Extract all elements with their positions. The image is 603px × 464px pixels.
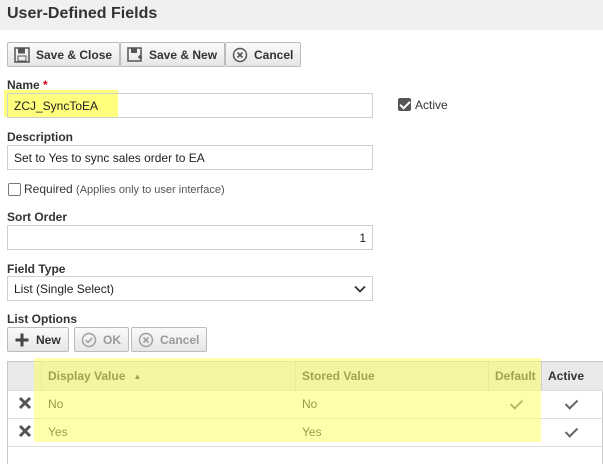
column-header-default[interactable]: Default bbox=[489, 362, 542, 390]
sort-order-field[interactable]: 1 bbox=[7, 225, 373, 250]
description-field[interactable]: Set to Yes to sync sales order to EA bbox=[7, 145, 373, 170]
save-close-button[interactable]: Save & Close bbox=[7, 42, 121, 67]
sort-ascending-icon: ▲ bbox=[133, 371, 142, 381]
default-header-text: Default bbox=[495, 369, 536, 383]
cancel-option-label: Cancel bbox=[160, 332, 200, 347]
required-note: (Applies only to user interface) bbox=[76, 184, 225, 196]
chevron-down-icon bbox=[354, 282, 366, 296]
name-value: ZCJ_SyncToEA bbox=[14, 98, 99, 113]
cancel-label: Cancel bbox=[254, 47, 294, 62]
row-divider bbox=[8, 446, 603, 447]
table-cell-stored-value[interactable]: Yes bbox=[296, 418, 489, 446]
delete-row-button[interactable] bbox=[8, 390, 42, 418]
save-disk-icon bbox=[13, 46, 31, 63]
active-check-icon[interactable] bbox=[564, 397, 578, 411]
row-stored-value: No bbox=[302, 397, 318, 411]
table-cell-display-value[interactable]: No bbox=[42, 390, 296, 418]
field-type-select[interactable]: List (Single Select) bbox=[7, 276, 373, 301]
save-new-button[interactable]: Save & New bbox=[120, 42, 226, 67]
active-check-icon[interactable] bbox=[564, 425, 578, 439]
active-header-text: Active bbox=[548, 369, 585, 383]
page-title: User-Defined Fields bbox=[7, 5, 158, 22]
active-label: Active bbox=[415, 98, 448, 112]
name-field[interactable]: ZCJ_SyncToEA bbox=[7, 93, 373, 118]
default-check-icon[interactable] bbox=[509, 397, 523, 411]
cancel-circle-icon bbox=[137, 332, 155, 348]
new-option-label: New bbox=[36, 332, 61, 347]
display-value-header-text: Display Value bbox=[48, 369, 126, 383]
list-options-label: List Options bbox=[7, 312, 77, 326]
sort-order-value: 1 bbox=[359, 230, 366, 245]
cancel-circle-icon bbox=[231, 47, 249, 63]
ok-option-label: OK bbox=[103, 332, 121, 347]
row-display-value: Yes bbox=[48, 425, 68, 439]
column-header-active[interactable]: Active bbox=[542, 362, 603, 390]
table-cell-stored-value[interactable]: No bbox=[296, 390, 489, 418]
grid-header-actions bbox=[8, 362, 42, 390]
title-bar: User-Defined Fields bbox=[0, 0, 603, 30]
cancel-option-button[interactable]: Cancel bbox=[131, 327, 208, 352]
row-display-value: No bbox=[48, 397, 64, 411]
required-checkbox[interactable] bbox=[8, 183, 21, 196]
column-header-display-value[interactable]: Display Value ▲ bbox=[42, 362, 296, 390]
save-new-label: Save & New bbox=[149, 47, 218, 62]
plus-icon bbox=[13, 332, 31, 348]
list-options-grid: Display Value ▲ Stored Value Default Act… bbox=[7, 361, 603, 464]
save-close-label: Save & Close bbox=[36, 47, 113, 62]
required-label-text: Required bbox=[24, 182, 73, 196]
active-checkbox[interactable] bbox=[398, 98, 411, 111]
cancel-button[interactable]: Cancel bbox=[225, 42, 302, 67]
description-label: Description bbox=[7, 130, 74, 144]
ok-check-circle-icon bbox=[80, 332, 98, 348]
delete-x-icon bbox=[18, 424, 32, 441]
save-new-icon bbox=[126, 46, 144, 63]
table-cell-display-value[interactable]: Yes bbox=[42, 418, 296, 446]
delete-x-icon bbox=[18, 396, 32, 413]
required-label: Required (Applies only to user interface… bbox=[24, 182, 225, 196]
field-type-label: Field Type bbox=[7, 262, 66, 276]
stored-value-header-text: Stored Value bbox=[302, 369, 375, 383]
new-option-button[interactable]: New bbox=[7, 327, 69, 352]
column-header-stored-value[interactable]: Stored Value bbox=[296, 362, 489, 390]
ok-option-button[interactable]: OK bbox=[74, 327, 129, 352]
sort-order-label: Sort Order bbox=[7, 210, 68, 224]
description-value: Set to Yes to sync sales order to EA bbox=[14, 150, 205, 165]
row-stored-value: Yes bbox=[302, 425, 322, 439]
delete-row-button[interactable] bbox=[8, 418, 42, 446]
field-type-value: List (Single Select) bbox=[14, 281, 115, 296]
